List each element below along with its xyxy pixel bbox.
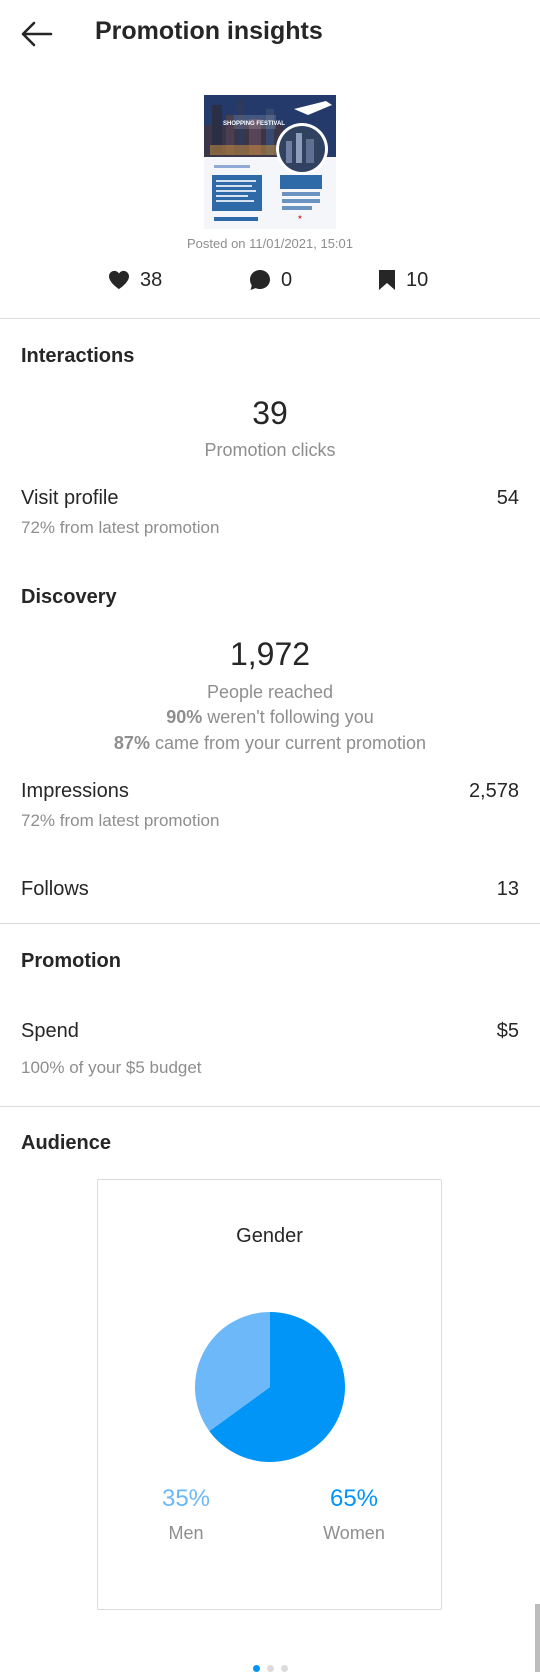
page-dot[interactable] — [281, 1665, 288, 1672]
from-promotion-text: came from your current promotion — [149, 733, 427, 753]
men-percentage: 35% — [161, 1485, 211, 1512]
saves-count: 10 — [406, 268, 429, 291]
saves-stat: 10 — [378, 265, 428, 295]
from-promotion-line: 87% came from your current promotion — [0, 733, 540, 754]
interactions-title: Interactions — [21, 345, 135, 367]
gender-card[interactable]: Gender 35% Men 65% Women — [97, 1179, 442, 1610]
scrollbar[interactable] — [535, 1604, 540, 1672]
likes-count: 38 — [140, 268, 163, 291]
people-reached-value: 1,972 — [229, 636, 311, 672]
gender-pie-chart — [195, 1312, 345, 1462]
svg-text:★: ★ — [297, 214, 302, 221]
discovery-title: Discovery — [21, 586, 117, 608]
visit-profile-label: Visit profile — [21, 487, 119, 509]
divider — [0, 318, 540, 319]
gender-title: Gender — [236, 1225, 303, 1247]
impressions-value: 2,578 — [468, 780, 519, 802]
spend-value: $5 — [496, 1020, 519, 1042]
page-dot-active[interactable] — [253, 1665, 260, 1672]
audience-title: Audience — [21, 1132, 112, 1154]
promotion-title: Promotion — [21, 950, 121, 972]
from-promotion-pct: 87% — [113, 733, 150, 753]
visit-profile-note: 72% from latest promotion — [21, 518, 220, 537]
top-bar: Promotion insights — [0, 0, 540, 66]
divider — [0, 923, 540, 924]
post-thumbnail[interactable]: SHOPPING FESTIVAL ★ — [204, 95, 336, 229]
follows-label: Follows — [21, 878, 89, 900]
thumbnail-text: SHOPPING FESTIVAL — [223, 121, 285, 127]
not-following-line: 90% weren't following you — [0, 707, 540, 728]
back-button[interactable] — [20, 18, 54, 50]
comment-icon — [250, 270, 270, 290]
impressions-label: Impressions — [21, 780, 129, 802]
spend-note: 100% of your $5 budget — [21, 1058, 202, 1077]
promotion-clicks-value: 39 — [252, 395, 288, 431]
page-indicator — [0, 1665, 540, 1673]
men-label: Men — [168, 1523, 204, 1543]
divider — [0, 1106, 540, 1107]
comments-count: 0 — [281, 268, 293, 291]
page-dot[interactable] — [267, 1665, 274, 1672]
impressions-note: 72% from latest promotion — [21, 811, 220, 830]
people-reached-label: People reached — [206, 682, 334, 702]
follows-value: 13 — [496, 878, 519, 900]
promotion-clicks-label: Promotion clicks — [204, 440, 336, 460]
page-title: Promotion insights — [95, 17, 323, 45]
comments-stat: 0 — [249, 265, 292, 295]
bookmark-icon — [379, 270, 395, 290]
post-image: SHOPPING FESTIVAL ★ — [204, 95, 336, 229]
visit-profile-value: 54 — [496, 487, 519, 509]
women-percentage: 65% — [329, 1485, 379, 1512]
posted-date: Posted on 11/01/2021, 15:01 — [186, 236, 353, 251]
arrow-left-icon — [21, 21, 53, 47]
heart-icon — [109, 270, 129, 290]
post-stats: 38 0 10 — [0, 265, 540, 295]
not-following-pct: 90% — [166, 707, 203, 727]
not-following-text: weren't following you — [202, 707, 374, 727]
women-label: Women — [323, 1523, 385, 1543]
spend-label: Spend — [21, 1020, 79, 1042]
likes-stat: 38 — [108, 265, 162, 295]
